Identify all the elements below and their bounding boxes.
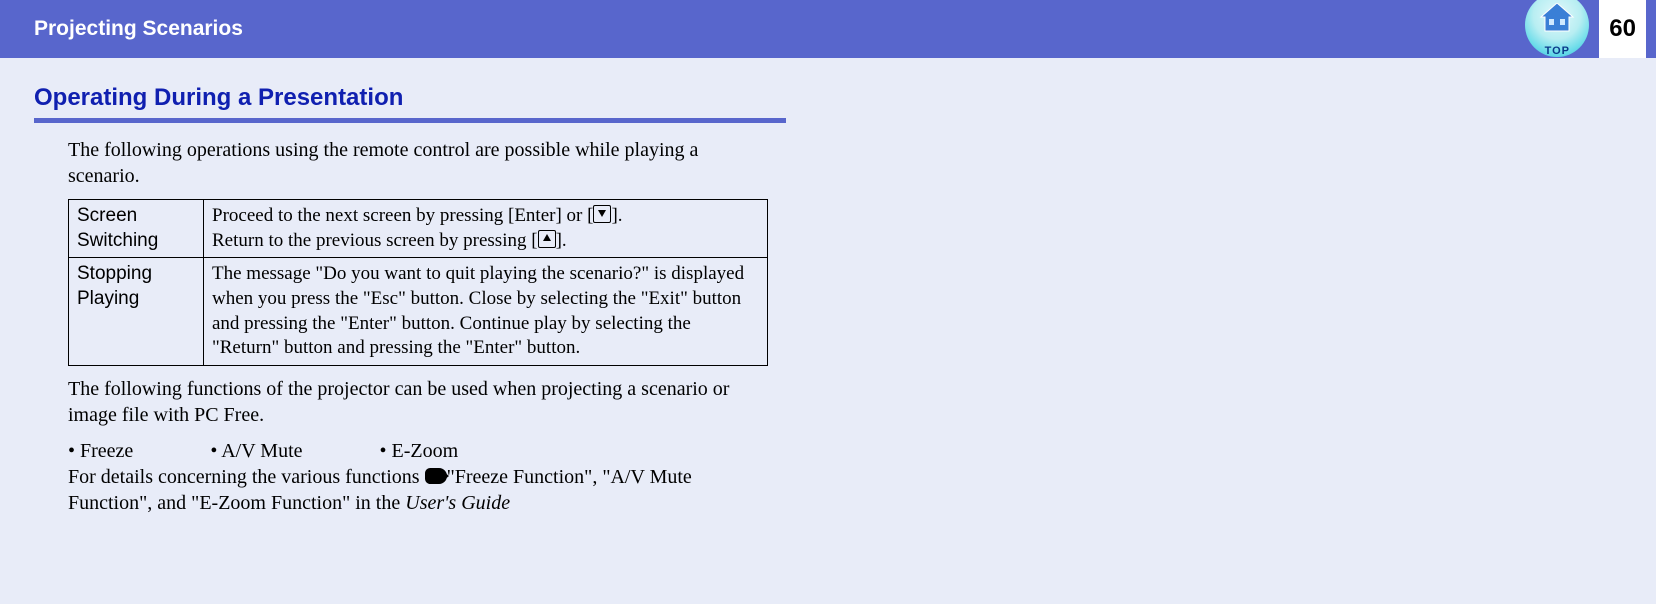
row-desc: The message "Do you want to quit playing… — [204, 258, 768, 366]
intro-text: The following operations using the remot… — [68, 137, 768, 189]
table-row: Screen Switching Proceed to the next scr… — [69, 200, 768, 258]
row-label: Stopping Playing — [69, 258, 204, 366]
operations-table: Screen Switching Proceed to the next scr… — [68, 199, 768, 366]
details-pre: For details concerning the various funct… — [68, 466, 425, 488]
row-label: Screen Switching — [69, 200, 204, 258]
content-area: Operating During a Presentation The foll… — [0, 58, 790, 516]
bullet-item: • Freeze — [68, 438, 133, 464]
hand-pointer-icon — [425, 468, 447, 484]
bullet-item: • A/V Mute — [210, 438, 302, 464]
desc-text: ]. — [556, 230, 567, 251]
top-label: TOP — [1525, 45, 1589, 57]
header-right: TOP 60 — [1525, 0, 1646, 61]
bullet-label: A/V Mute — [221, 440, 302, 462]
section-rule — [34, 118, 786, 123]
header-bar: Projecting Scenarios TOP 60 — [0, 0, 1656, 58]
home-icon — [1539, 3, 1575, 33]
details-text: For details concerning the various funct… — [68, 464, 768, 516]
after-table-text: The following functions of the projector… — [68, 376, 768, 428]
page-number: 60 — [1599, 0, 1646, 58]
bullet-label: Freeze — [80, 440, 133, 462]
desc-text: Proceed to the next screen by pressing [… — [212, 205, 593, 226]
section-title: Operating During a Presentation — [34, 84, 790, 112]
up-key-icon — [538, 230, 556, 248]
guide-name: User's Guide — [405, 492, 510, 514]
row-desc: Proceed to the next screen by pressing [… — [204, 200, 768, 258]
top-button[interactable]: TOP — [1525, 0, 1589, 61]
table-row: Stopping Playing The message "Do you wan… — [69, 258, 768, 366]
desc-text: ]. — [611, 205, 622, 226]
bullet-item: • E-Zoom — [380, 438, 459, 464]
down-key-icon — [593, 205, 611, 223]
page-header-title: Projecting Scenarios — [34, 17, 243, 41]
bullet-label: E-Zoom — [392, 440, 459, 462]
desc-text: Return to the previous screen by pressin… — [212, 230, 538, 251]
bullet-row: • Freeze • A/V Mute • E-Zoom — [68, 438, 768, 464]
